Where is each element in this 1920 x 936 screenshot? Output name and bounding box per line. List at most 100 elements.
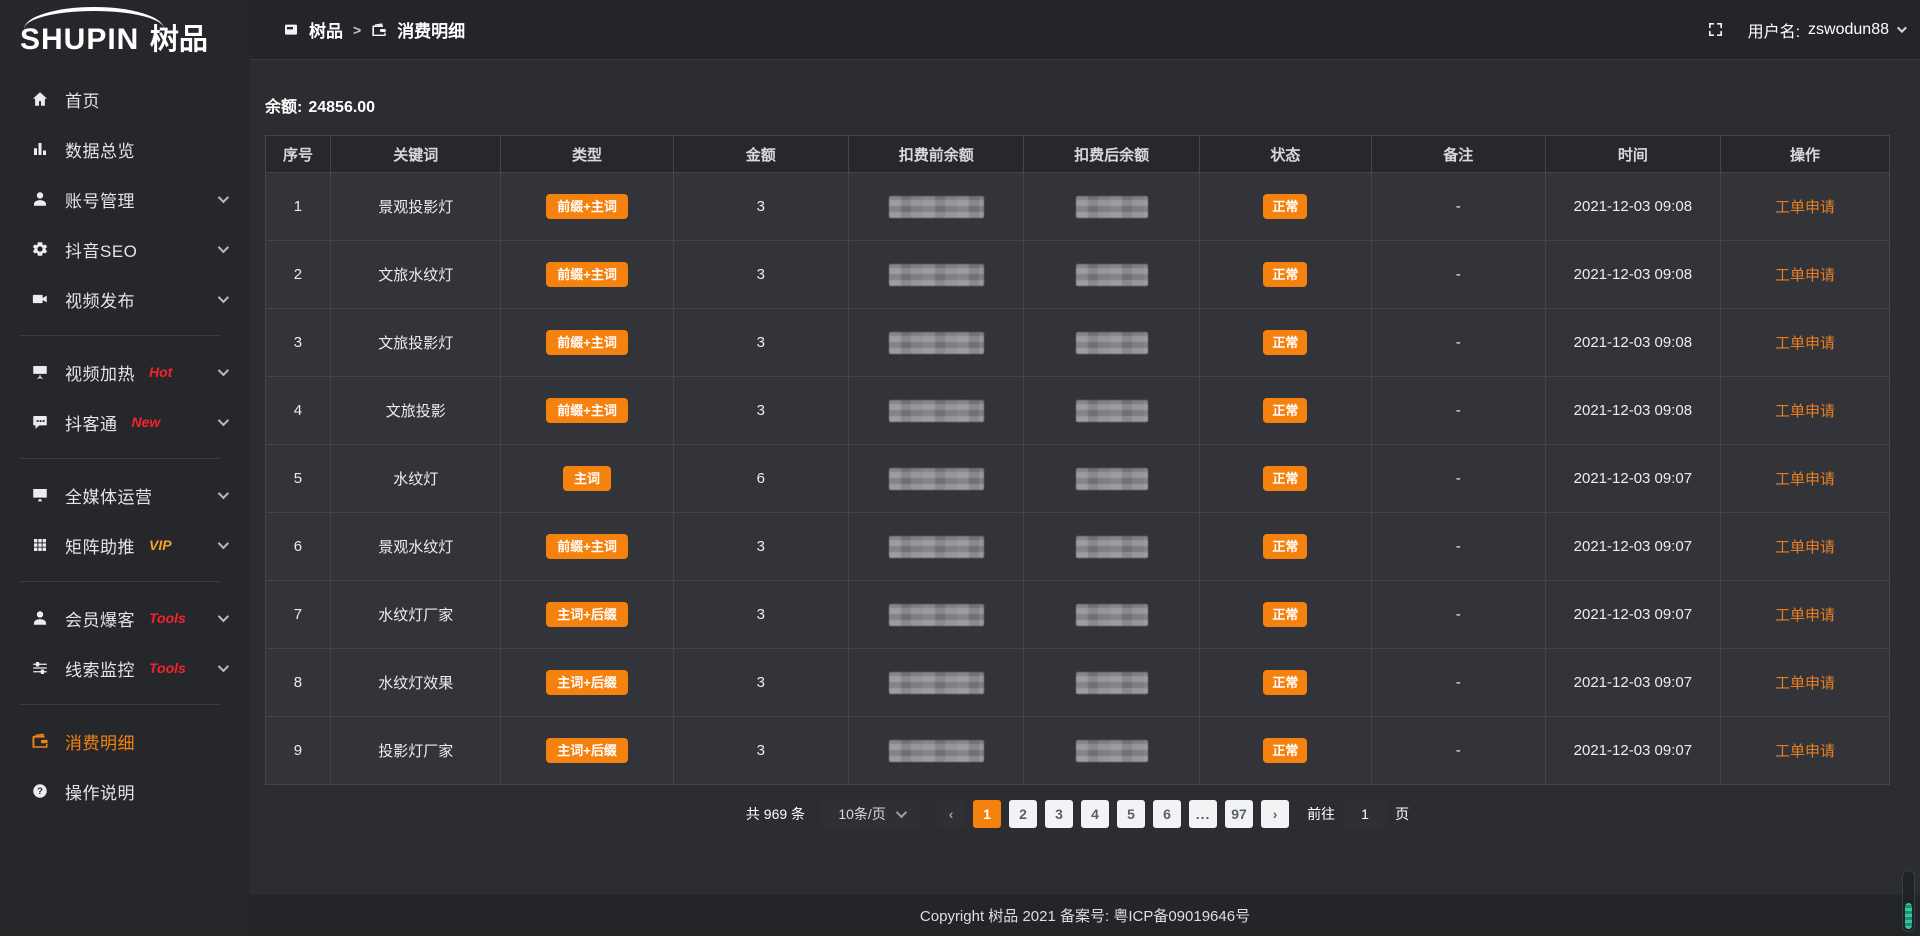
sidebar-item-badge: Tools xyxy=(149,660,186,676)
ticket-apply-link[interactable]: 工单申请 xyxy=(1775,403,1835,420)
monitor-icon xyxy=(30,485,50,505)
status-badge: 正常 xyxy=(1263,670,1307,695)
masked-balance-after xyxy=(1076,332,1148,354)
pagination: 共 969 条 10条/页 ‹ 123456...97 › 前往 页 xyxy=(265,799,1890,829)
cell-keyword: 文旅投影 xyxy=(330,377,501,445)
sidebar-item-11[interactable]: 消费明细 xyxy=(0,716,250,766)
chevron-down-icon xyxy=(218,488,229,499)
goto-suffix: 页 xyxy=(1395,804,1409,824)
type-badge: 前缀+主词 xyxy=(546,194,628,219)
sidebar-item-4[interactable]: 视频发布 xyxy=(0,274,250,324)
sidebar-item-label: 抖音SEO xyxy=(65,237,137,262)
cell-amount: 3 xyxy=(673,309,848,377)
chevron-down-icon xyxy=(218,192,229,203)
ticket-apply-link[interactable]: 工单申请 xyxy=(1775,335,1835,352)
chevron-down-icon xyxy=(218,611,229,622)
table-row: 2文旅水纹灯前缀+主词3正常-2021-12-03 09:08工单申请 xyxy=(266,241,1890,309)
fullscreen-icon[interactable] xyxy=(1707,21,1724,38)
column-header: 扣费后余额 xyxy=(1024,136,1199,173)
column-header: 扣费前余额 xyxy=(849,136,1024,173)
topbar: 树品 > 消费明细 用户名: zswodun88 xyxy=(250,0,1920,60)
footer: Copyright 树品 2021 备案号: 粤ICP备09019646号 xyxy=(250,895,1920,936)
status-badge: 正常 xyxy=(1263,194,1307,219)
page-button-1[interactable]: 1 xyxy=(973,800,1001,828)
column-header: 类型 xyxy=(501,136,673,173)
page-button-3[interactable]: 3 xyxy=(1045,800,1073,828)
type-badge: 前缀+主词 xyxy=(546,262,628,287)
table-row: 1景观投影灯前缀+主词3正常-2021-12-03 09:08工单申请 xyxy=(266,173,1890,241)
cell-keyword: 文旅投影灯 xyxy=(330,309,501,377)
column-header: 金额 xyxy=(673,136,848,173)
page-button-97[interactable]: 97 xyxy=(1225,800,1253,828)
cell-index: 6 xyxy=(266,513,331,581)
user-menu[interactable]: 用户名: zswodun88 xyxy=(1748,18,1904,42)
page-button-5[interactable]: 5 xyxy=(1117,800,1145,828)
sidebar-item-12[interactable]: ?操作说明 xyxy=(0,766,250,816)
ticket-apply-link[interactable]: 工单申请 xyxy=(1775,199,1835,216)
sidebar-item-1[interactable]: 数据总览 xyxy=(0,124,250,174)
cell-time: 2021-12-03 09:08 xyxy=(1545,173,1720,241)
page-button-4[interactable]: 4 xyxy=(1081,800,1109,828)
sidebar-divider xyxy=(20,335,220,336)
ticket-apply-link[interactable]: 工单申请 xyxy=(1775,743,1835,760)
table-row: 4文旅投影前缀+主词3正常-2021-12-03 09:08工单申请 xyxy=(266,377,1890,445)
sidebar-divider xyxy=(20,458,220,459)
ticket-apply-link[interactable]: 工单申请 xyxy=(1775,607,1835,624)
cell-keyword: 景观投影灯 xyxy=(330,173,501,241)
sidebar-item-badge: Tools xyxy=(149,610,186,626)
sidebar-divider xyxy=(20,704,220,705)
scrollbar[interactable] xyxy=(1902,870,1915,932)
sidebar-item-3[interactable]: 抖音SEO xyxy=(0,224,250,274)
ticket-apply-link[interactable]: 工单申请 xyxy=(1775,267,1835,284)
sidebar-item-10[interactable]: 线索监控Tools xyxy=(0,643,250,693)
scrollbar-thumb[interactable] xyxy=(1905,903,1912,929)
balance-label: 余额: xyxy=(265,99,302,116)
type-badge: 主词 xyxy=(563,466,611,491)
masked-balance-after xyxy=(1076,740,1148,762)
goto-label: 前往 xyxy=(1307,804,1335,824)
cell-remark: - xyxy=(1371,377,1545,445)
table-row: 9投影灯厂家主词+后缀3正常-2021-12-03 09:07工单申请 xyxy=(266,717,1890,785)
sidebar-item-5[interactable]: 视频加热Hot xyxy=(0,347,250,397)
cell-remark: - xyxy=(1371,717,1545,785)
cell-time: 2021-12-03 09:08 xyxy=(1545,241,1720,309)
gear-icon xyxy=(30,239,50,259)
chevron-down-icon xyxy=(896,807,907,818)
sidebar-item-label: 消费明细 xyxy=(65,729,135,754)
next-page-button[interactable]: › xyxy=(1261,800,1289,828)
sidebar-item-7[interactable]: 全媒体运营 xyxy=(0,470,250,520)
cell-remark: - xyxy=(1371,581,1545,649)
balance: 余额:24856.00 xyxy=(265,93,1890,117)
chevron-down-icon xyxy=(1897,23,1907,33)
ticket-apply-link[interactable]: 工单申请 xyxy=(1775,675,1835,692)
goto-page-input[interactable] xyxy=(1343,799,1387,829)
sidebar-item-6[interactable]: 抖客通New xyxy=(0,397,250,447)
sidebar-item-badge: VIP xyxy=(149,537,172,553)
status-badge: 正常 xyxy=(1263,534,1307,559)
sidebar-item-label: 矩阵助推 xyxy=(65,533,135,558)
page-button-2[interactable]: 2 xyxy=(1009,800,1037,828)
logo-arc xyxy=(24,7,164,29)
sidebar-item-0[interactable]: 首页 xyxy=(0,74,250,124)
ticket-apply-link[interactable]: 工单申请 xyxy=(1775,471,1835,488)
column-header: 操作 xyxy=(1721,136,1890,173)
cell-time: 2021-12-03 09:07 xyxy=(1545,581,1720,649)
cell-remark: - xyxy=(1371,173,1545,241)
sidebar-item-8[interactable]: 矩阵助推 VIP xyxy=(0,520,250,570)
video-camera-icon xyxy=(30,289,50,309)
breadcrumb-item[interactable]: 树品 xyxy=(309,17,343,42)
page-size-select[interactable]: 10条/页 xyxy=(821,799,921,829)
cell-index: 2 xyxy=(266,241,331,309)
page-button-6[interactable]: 6 xyxy=(1153,800,1181,828)
status-badge: 正常 xyxy=(1263,466,1307,491)
type-badge: 前缀+主词 xyxy=(546,534,628,559)
chevron-down-icon xyxy=(218,365,229,376)
sidebar-item-9[interactable]: 会员爆客Tools xyxy=(0,593,250,643)
sidebar-item-badge: Hot xyxy=(149,364,172,380)
sidebar-item-2[interactable]: 账号管理 xyxy=(0,174,250,224)
pagination-ellipsis[interactable]: ... xyxy=(1189,800,1217,828)
sidebar-divider xyxy=(20,581,220,582)
ticket-apply-link[interactable]: 工单申请 xyxy=(1775,539,1835,556)
sidebar-item-label: 首页 xyxy=(65,87,100,112)
prev-page-button[interactable]: ‹ xyxy=(937,800,965,828)
